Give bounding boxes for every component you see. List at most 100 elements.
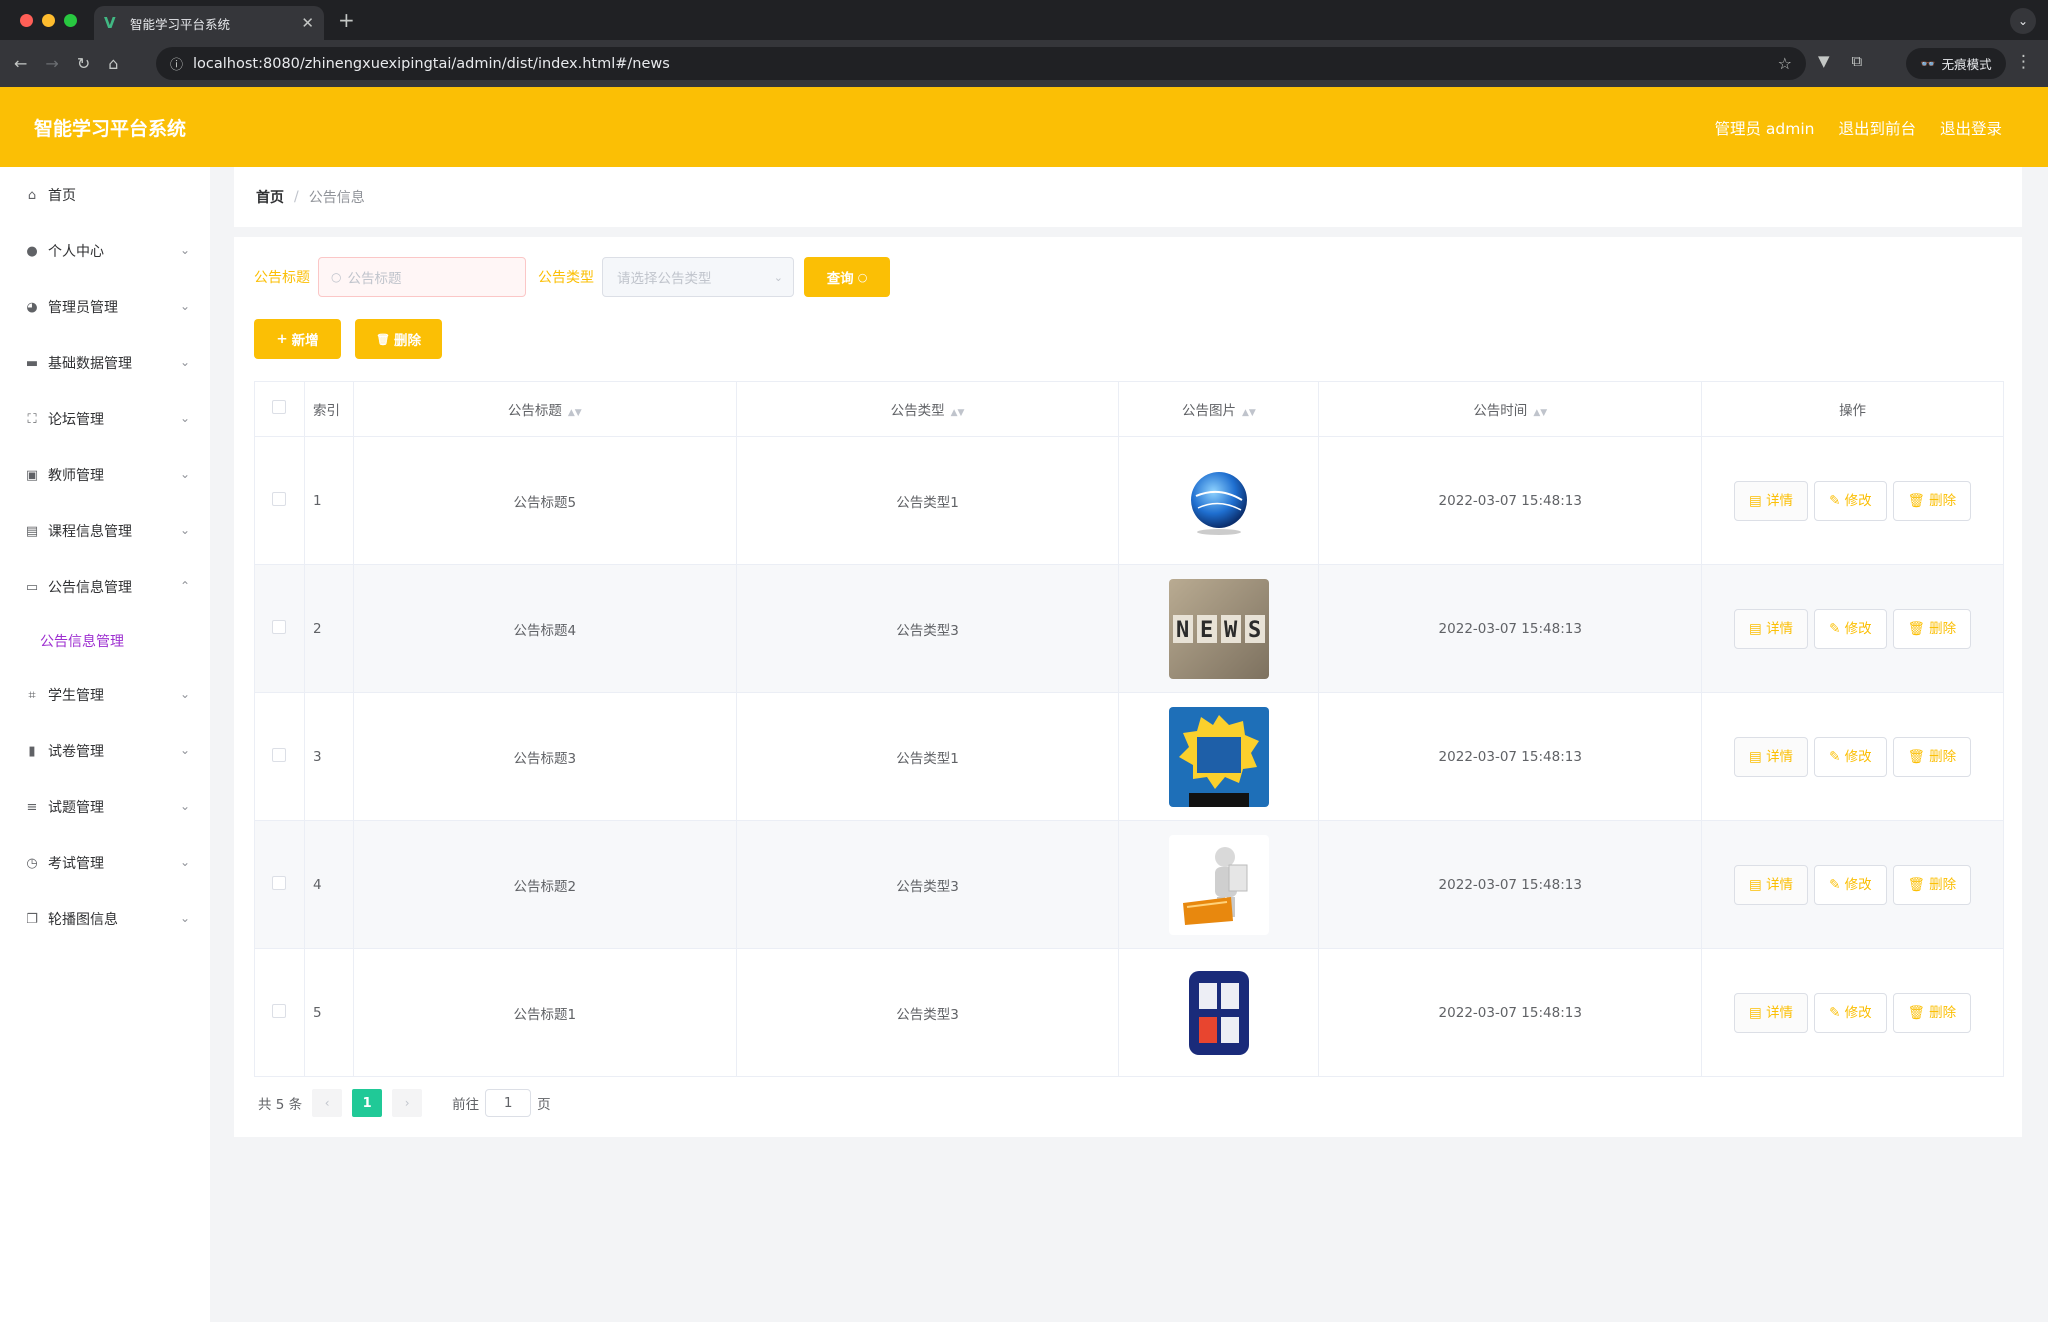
- sidebar-item-basic-data[interactable]: ▬ 基础数据管理 ⌄: [0, 335, 210, 391]
- delete-label: 删除: [1929, 1004, 1957, 1021]
- admin-user-label[interactable]: 管理员 admin: [1714, 117, 1814, 139]
- close-window-button[interactable]: [20, 14, 33, 27]
- sidebar-item-notices[interactable]: ▭ 公告信息管理 ⌃: [0, 559, 210, 615]
- page-number-current[interactable]: 1: [352, 1089, 383, 1117]
- tab-search-icon[interactable]: ⌄: [2010, 8, 2036, 34]
- row-ops: ▤ 详情 ✎ 修改 🗑 删除: [1701, 948, 2004, 1077]
- incognito-badge[interactable]: 👓 无痕模式: [1906, 48, 2006, 79]
- col-title[interactable]: 公告标题 ▲▼: [352, 381, 737, 437]
- chevron-down-icon: ⌄: [179, 411, 190, 425]
- sort-icon[interactable]: ▲▼: [951, 408, 965, 418]
- svg-text:N: N: [1176, 618, 1189, 643]
- sidebar-item-admins[interactable]: ◕ 管理员管理 ⌄: [0, 279, 210, 335]
- site-info-icon[interactable]: ⓘ: [170, 54, 183, 73]
- delete-button[interactable]: 🗑 删除: [1892, 864, 1972, 905]
- sidebar-subitem-notice-manage[interactable]: 公告信息管理: [0, 615, 210, 667]
- edit-button[interactable]: ✎ 修改: [1814, 992, 1887, 1033]
- col-time[interactable]: 公告时间 ▲▼: [1318, 381, 1703, 437]
- sidebar-item-home[interactable]: ⌂ 首页: [0, 167, 210, 223]
- minimize-window-button[interactable]: [42, 14, 55, 27]
- table-row: 5 公告标题1 公告类型3 2022-03-07 15:48:13 ▤ 详情 ✎ …: [254, 948, 2004, 1077]
- delete-button[interactable]: 🗑 删除: [1892, 736, 1972, 777]
- col-image[interactable]: 公告图片 ▲▼: [1118, 381, 1320, 437]
- detail-button[interactable]: ▤ 详情: [1734, 480, 1809, 521]
- new-tab-icon[interactable]: +: [338, 8, 355, 32]
- sidebar-item-students[interactable]: ⌗ 学生管理 ⌄: [0, 667, 210, 723]
- detail-button[interactable]: ▤ 详情: [1734, 864, 1809, 905]
- next-page-button[interactable]: ›: [392, 1089, 423, 1117]
- sidebar-item-courses[interactable]: ▤ 课程信息管理 ⌄: [0, 503, 210, 559]
- prev-page-button[interactable]: ‹: [312, 1089, 343, 1117]
- title-search-input[interactable]: ○ 公告标题: [318, 257, 526, 297]
- edit-button[interactable]: ✎ 修改: [1814, 864, 1887, 905]
- col-image-label: 公告图片: [1181, 403, 1236, 419]
- sidebar-item-teachers[interactable]: ▣ 教师管理 ⌄: [0, 447, 210, 503]
- sidebar-item-exams[interactable]: ◷ 考试管理 ⌄: [0, 835, 210, 891]
- incognito-icon: 👓: [1920, 55, 1936, 71]
- close-tab-icon[interactable]: ✕: [301, 14, 314, 32]
- query-button[interactable]: 查询 ○: [804, 257, 890, 297]
- globe-news-image[interactable]: [1169, 451, 1269, 551]
- vue-devtools-icon[interactable]: ▼: [1818, 52, 1830, 70]
- edit-button[interactable]: ✎ 修改: [1814, 480, 1887, 521]
- detail-button[interactable]: ▤ 详情: [1734, 736, 1809, 777]
- sidebar-item-carousel[interactable]: ❐ 轮播图信息 ⌄: [0, 891, 210, 947]
- add-button[interactable]: + 新增: [254, 319, 341, 359]
- figure-news-image[interactable]: [1168, 834, 1269, 935]
- delete-button[interactable]: 🗑 删除: [1892, 608, 1972, 649]
- home-browser-icon[interactable]: ⌂: [108, 54, 118, 73]
- goto-label: 前往: [452, 1097, 480, 1113]
- chevron-down-icon: ⌄: [179, 687, 190, 701]
- type-select[interactable]: 请选择公告类型 ⌄: [602, 257, 794, 297]
- bookmark-star-icon[interactable]: ☆: [1778, 54, 1792, 73]
- browser-tab[interactable]: V 智能学习平台系统 ✕: [94, 6, 324, 40]
- edit-button[interactable]: ✎ 修改: [1814, 608, 1887, 649]
- sidebar-item-questions[interactable]: ≡ 试题管理 ⌄: [0, 779, 210, 835]
- row-image-cell: [1118, 820, 1320, 949]
- back-icon[interactable]: ←: [14, 54, 27, 73]
- content-panel: 公告标题 ○ 公告标题 公告类型 请选择公告类型 ⌄ 查询 ○ + 新增 🗑 删除 索引 …: [234, 237, 2022, 1137]
- detail-button[interactable]: ▤ 详情: [1734, 992, 1809, 1033]
- chevron-up-icon: ⌃: [179, 579, 190, 593]
- chevron-down-icon: ⌄: [179, 799, 190, 813]
- sidebar-item-forum[interactable]: ⛶ 论坛管理 ⌄: [0, 391, 210, 447]
- row-type: 公告类型3: [735, 948, 1120, 1077]
- select-all-checkbox[interactable]: [272, 400, 287, 414]
- sidebar-item-label: 个人中心: [48, 244, 104, 260]
- sort-icon[interactable]: ▲▼: [1242, 408, 1256, 418]
- reload-icon[interactable]: ↻: [77, 54, 90, 73]
- bulk-delete-button[interactable]: 🗑 删除: [355, 319, 442, 359]
- sidebar-item-papers[interactable]: ▮ 试卷管理 ⌄: [0, 723, 210, 779]
- col-type[interactable]: 公告类型 ▲▼: [735, 381, 1120, 437]
- row-ops: ▤ 详情 ✎ 修改 🗑 删除: [1701, 564, 2004, 693]
- row-checkbox[interactable]: [272, 619, 287, 634]
- back-to-front-link[interactable]: 退出到前台: [1838, 117, 1916, 139]
- browser-menu-icon[interactable]: ⋮: [2015, 52, 2032, 72]
- maximize-window-button[interactable]: [64, 14, 77, 27]
- chevron-down-icon: ⌄: [179, 467, 190, 481]
- row-title: 公告标题1: [352, 948, 737, 1077]
- sidebar-item-label: 基础数据管理: [48, 356, 132, 372]
- address-bar[interactable]: ⓘ localhost:8080/zhinengxuexipingtai/adm…: [156, 47, 1806, 80]
- sidebar-item-personal[interactable]: ● 个人中心 ⌄: [0, 223, 210, 279]
- cctv-news-image[interactable]: [1168, 962, 1269, 1063]
- detail-button[interactable]: ▤ 详情: [1734, 608, 1809, 649]
- bulk-delete-label: 删除: [393, 333, 421, 349]
- forward-icon[interactable]: →: [45, 54, 58, 73]
- breaking-news-image[interactable]: [1168, 706, 1269, 807]
- news-blocks-image[interactable]: NEWS: [1168, 578, 1269, 679]
- logout-link[interactable]: 退出登录: [1940, 117, 2002, 139]
- delete-button[interactable]: 🗑 删除: [1892, 480, 1972, 521]
- row-checkbox[interactable]: [272, 747, 287, 762]
- breadcrumb-home[interactable]: 首页: [256, 187, 284, 207]
- extensions-icon[interactable]: ⧉: [1852, 52, 1863, 70]
- row-checkbox[interactable]: [272, 491, 287, 506]
- sort-icon[interactable]: ▲▼: [568, 408, 582, 418]
- delete-button[interactable]: 🗑 删除: [1892, 992, 1972, 1033]
- edit-button[interactable]: ✎ 修改: [1814, 736, 1887, 777]
- sidebar-item-label: 管理员管理: [48, 300, 118, 316]
- row-checkbox[interactable]: [272, 1003, 287, 1018]
- row-checkbox[interactable]: [272, 875, 287, 890]
- goto-page-input[interactable]: 1: [485, 1089, 532, 1117]
- sort-icon[interactable]: ▲▼: [1533, 408, 1547, 418]
